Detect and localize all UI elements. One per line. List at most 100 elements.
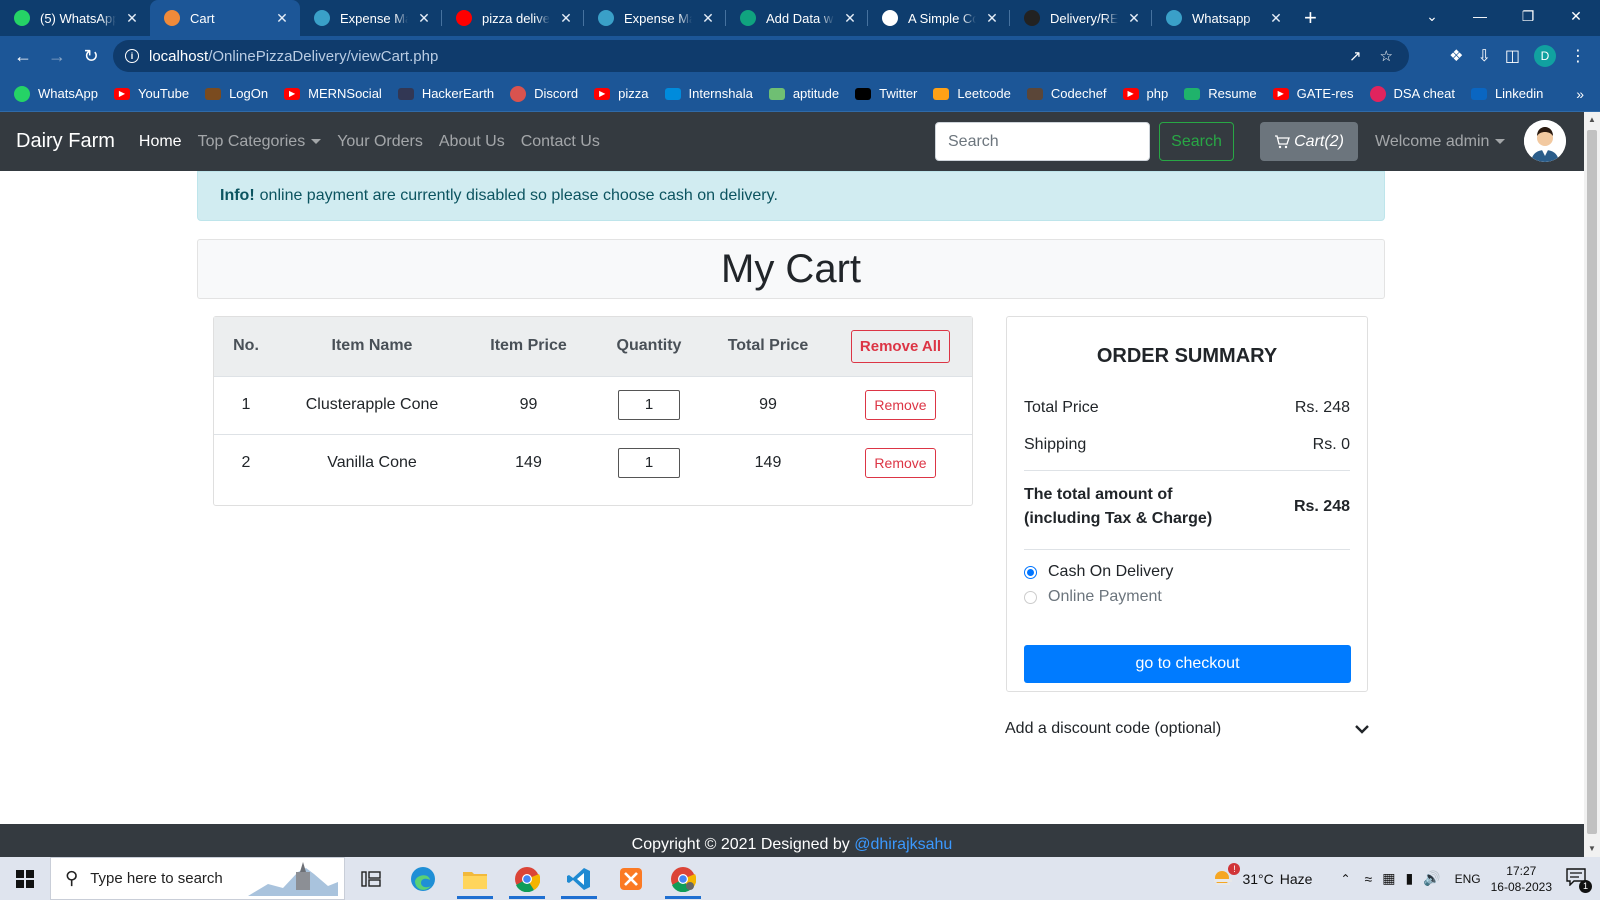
nav-home[interactable]: Home [139,133,182,151]
footer-author-link[interactable]: @dhirajksahu [854,836,952,853]
bookmark-item[interactable]: HackerEarth [397,86,494,101]
weather-text[interactable]: Haze [1280,871,1313,887]
vscode-icon[interactable] [553,857,605,900]
remove-button[interactable]: Remove [865,390,936,420]
checkout-button[interactable]: go to checkout [1024,645,1351,683]
weather-icon[interactable]: ! [1212,863,1241,890]
browser-tab[interactable]: Whatsapp ✕ [1152,0,1294,36]
system-clock[interactable]: 17:27 16-08-2023 [1491,863,1552,895]
bookmark-item[interactable]: ▶ YouTube [113,86,189,101]
bookmark-item[interactable]: ▶ php [1122,86,1168,101]
browser-tab[interactable]: A Simple Code ✕ [868,0,1010,36]
back-icon[interactable]: ← [6,46,40,67]
nav-top-categories[interactable]: Top Categories [198,133,322,151]
browser-tab[interactable]: Expense Mana ✕ [300,0,442,36]
remove-button[interactable]: Remove [865,448,936,479]
scroll-up-icon[interactable]: ▲ [1584,112,1600,128]
bookmark-item[interactable]: LogOn [205,86,268,101]
close-tab-icon[interactable]: ✕ [1268,10,1284,27]
close-tab-icon[interactable]: ✕ [842,10,858,27]
close-tab-icon[interactable]: ✕ [984,10,1000,27]
browser-tab[interactable]: Expense Mana ✕ [584,0,726,36]
bookmark-item[interactable]: ▶ pizza [594,86,649,101]
browser-tab[interactable]: Cart ✕ [150,0,300,36]
more-bookmarks-icon[interactable]: » [1576,86,1584,102]
url-field[interactable]: i localhost/OnlinePizzaDelivery/viewCart… [113,40,1409,72]
bookmark-item[interactable]: ▶ GATE-res [1272,86,1354,101]
site-brand[interactable]: Dairy Farm [16,130,115,153]
close-tab-icon[interactable]: ✕ [700,10,716,27]
scrollbar-thumb[interactable] [1587,130,1597,834]
nav-your-orders[interactable]: Your Orders [337,133,423,151]
close-tab-icon[interactable]: ✕ [1126,10,1142,27]
bookmark-item[interactable]: Twitter [855,86,917,101]
browser-tab[interactable]: Add Data with ✕ [726,0,868,36]
chrome-icon[interactable] [501,857,553,900]
bookmark-item[interactable]: aptitude [768,86,839,101]
chevron-up-icon[interactable]: ⌃ [1340,872,1350,886]
close-tab-icon[interactable]: ✕ [124,10,140,27]
minimize-button[interactable]: — [1456,8,1504,24]
battery-icon[interactable]: ▮ [1405,870,1413,887]
taskbar-search-input[interactable]: ⚲ Type here to search [50,857,345,900]
wifi-icon[interactable]: ≈ [1365,871,1373,887]
share-icon[interactable]: ↗ [1349,47,1362,65]
file-explorer-icon[interactable] [449,857,501,900]
maximize-button[interactable]: ❐ [1504,8,1552,25]
avatar[interactable] [1524,120,1566,162]
windows-start-button[interactable] [0,857,50,900]
bookmark-item[interactable]: Internshala [664,86,753,101]
browser-menu-icon[interactable]: ⋮ [1570,46,1586,66]
chrome-profile-icon[interactable] [657,857,709,900]
bookmark-item[interactable]: Resume [1184,86,1257,101]
download-icon[interactable]: ⇩ [1477,46,1490,66]
extensions-icon[interactable]: ❖ [1449,46,1463,66]
close-window-button[interactable]: ✕ [1552,8,1600,25]
tab-search-icon[interactable]: ⌄ [1408,8,1456,25]
bookmark-item[interactable]: DSA cheat [1369,85,1455,102]
search-button[interactable]: Search [1159,122,1234,161]
close-tab-icon[interactable]: ✕ [274,10,290,27]
close-tab-icon[interactable]: ✕ [416,10,432,27]
cart-button[interactable]: Cart(2) [1260,122,1358,161]
scroll-down-icon[interactable]: ▼ [1584,841,1600,857]
search-input[interactable]: Search [935,122,1150,161]
edge-icon[interactable] [397,857,449,900]
profile-avatar[interactable]: D [1534,45,1556,67]
quantity-input[interactable]: 1 [618,390,680,420]
reload-icon[interactable]: ↻ [74,46,108,67]
page-scrollbar[interactable]: ▲ ▼ [1584,112,1600,857]
bookmark-item[interactable]: Codechef [1026,86,1107,101]
notification-icon[interactable]: 1 [1566,868,1592,893]
bookmark-item[interactable]: ▶ MERNSocial [284,86,382,101]
quantity-input[interactable]: 1 [618,448,680,479]
xampp-icon[interactable] [605,857,657,900]
remove-all-button[interactable]: Remove All [850,329,951,363]
bookmark-item[interactable]: Discord [510,85,578,102]
sidepanel-icon[interactable]: ◫ [1505,46,1520,66]
bookmark-item[interactable]: Leetcode [933,86,1011,101]
forward-icon[interactable]: → [40,46,74,67]
user-avatar-icon [1524,120,1566,162]
volume-icon[interactable]: 🔊 [1423,870,1440,887]
bookmark-item[interactable]: Linkedin [1470,86,1543,101]
language-indicator[interactable]: ENG [1455,872,1481,886]
payment-cod-radio[interactable]: Cash On Delivery [1024,563,1173,581]
site-info-icon[interactable]: i [125,49,139,63]
close-tab-icon[interactable]: ✕ [558,10,574,27]
task-view-icon[interactable] [345,857,397,900]
nav-about-us[interactable]: About Us [439,133,505,151]
weather-temp[interactable]: 31°C [1242,871,1273,887]
nav-contact-us[interactable]: Contact Us [521,133,600,151]
bookmark-label: WhatsApp [38,86,98,101]
bookmark-item[interactable]: WhatsApp [14,85,98,102]
browser-tab[interactable]: (5) WhatsApp ✕ [0,0,150,36]
bookmark-star-icon[interactable]: ☆ [1380,47,1393,65]
user-menu[interactable]: Welcome admin [1375,112,1506,171]
browser-tab[interactable]: Delivery/READ ✕ [1010,0,1152,36]
discount-code-toggle[interactable]: Add a discount code (optional) [1005,720,1370,738]
browser-tab[interactable]: pizza delivery ✕ [442,0,584,36]
network-adapter-icon[interactable]: ▦ [1382,870,1395,887]
new-tab-button[interactable]: + [1304,0,1317,36]
payment-online-radio[interactable]: Online Payment [1024,588,1162,606]
